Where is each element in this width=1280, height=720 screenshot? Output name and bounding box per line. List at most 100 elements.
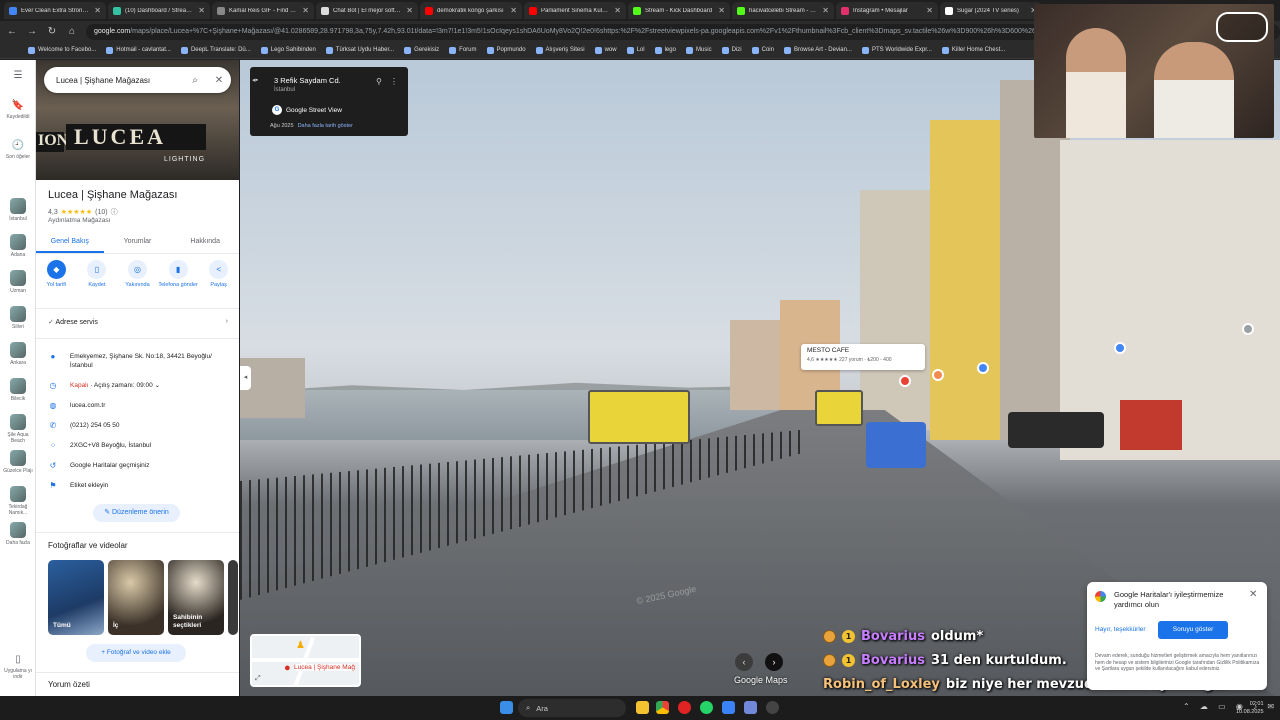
save-button[interactable]: ▯ Kaydet	[77, 260, 118, 302]
browser-tab[interactable]: Parliament Sinema Kulübü ✕	[524, 2, 626, 19]
delivery-service-row[interactable]: ✓ Adrese servis ›	[48, 318, 228, 326]
rail-place[interactable]: Daha fazla	[0, 522, 36, 546]
browser-tab[interactable]: Sugar (2024 TV series)✕	[940, 2, 1042, 19]
photo-all[interactable]: Tümü	[48, 560, 104, 635]
collapse-panel-button[interactable]: ◂	[240, 366, 251, 390]
close-icon[interactable]: ✕	[198, 6, 205, 15]
rail-place[interactable]: Uzman	[0, 270, 36, 294]
home-icon[interactable]: ⌂	[66, 26, 78, 37]
bookmark-item[interactable]: Music	[685, 46, 712, 54]
reload-icon[interactable]: ↻	[46, 26, 58, 37]
close-icon[interactable]: ✕	[718, 6, 725, 15]
browser-tab[interactable]: Instagram • Mesajlar ✕	[836, 2, 938, 19]
share-button[interactable]: < Paylaş	[198, 260, 239, 302]
close-icon[interactable]: ✕	[510, 6, 517, 15]
rail-place[interactable]: Adana	[0, 234, 36, 258]
shop-marker-icon[interactable]	[1114, 342, 1126, 354]
plus-code-row[interactable]: ⁘ 2XGC+V8 Beyoğlu, İstanbul	[48, 441, 233, 450]
show-question-button[interactable]: Soruyu göster	[1158, 621, 1228, 639]
search-icon[interactable]: ⌕	[183, 75, 207, 86]
rail-recent[interactable]: 🕘 Son öğeler	[0, 140, 36, 160]
bookmark-item[interactable]: Lego Sahibinden	[260, 46, 316, 54]
bookmark-item[interactable]: Welcome to Facebo...	[28, 46, 96, 54]
search-input[interactable]: Lucea | Şişhane Mağazası ⌕ ✕	[44, 67, 231, 93]
cafe-marker-icon[interactable]	[932, 369, 944, 381]
app-icon[interactable]	[722, 701, 735, 714]
photo-owner[interactable]: Sahibinin seçtikleri	[168, 560, 224, 635]
poi-marker-icon[interactable]	[1242, 323, 1254, 335]
photo-more[interactable]	[228, 560, 238, 635]
tab-overview[interactable]: Genel Bakış	[36, 232, 104, 253]
forward-icon[interactable]: →	[26, 26, 38, 37]
bookmark-item[interactable]: wow	[594, 46, 617, 54]
bookmark-item[interactable]: Dizi	[721, 46, 742, 54]
website-row[interactable]: ◍ lucea.com.tr	[48, 401, 233, 410]
browser-tab[interactable]: demokratik kongo şarkısı ✕	[420, 2, 522, 19]
bookmark-item[interactable]: Alışveriş Sitesi	[535, 46, 585, 54]
chevron-right-icon[interactable]: ›	[765, 653, 783, 671]
expand-icon[interactable]: ⤢	[255, 675, 261, 683]
bookmark-item[interactable]: DeepL Translate: Dü...	[180, 46, 251, 54]
tab-about[interactable]: Hakkında	[171, 232, 239, 253]
browser-tab[interactable]: Chat Bot | El mejor software ✕	[316, 2, 418, 19]
rail-place[interactable]: Bilecik	[0, 378, 36, 402]
obs-icon[interactable]	[766, 701, 779, 714]
clock[interactable]: 02:01 10.08.2025	[1236, 700, 1264, 716]
photo-interior[interactable]: İç	[108, 560, 164, 635]
suggest-edit-button[interactable]: ✎ Düzenleme önerin	[93, 504, 180, 522]
file-explorer-icon[interactable]	[636, 701, 649, 714]
windows-start-icon[interactable]	[500, 701, 513, 714]
label-row[interactable]: ⚑ Etiket ekleyin	[48, 481, 233, 490]
rail-app-download[interactable]: ▯ Uygulama yı indir	[0, 654, 36, 680]
chrome-icon[interactable]	[656, 701, 669, 714]
system-tray[interactable]: ⌃ ☁ ▭ ◉ ♪ ✉	[1183, 702, 1278, 711]
add-photo-button[interactable]: + Fotoğraf ve video ekle	[86, 644, 186, 662]
send-to-phone-button[interactable]: ▮ Telefona gönder	[158, 260, 199, 302]
bookmark-item[interactable]: Browse Art - Devian...	[783, 46, 852, 54]
rail-place[interactable]: İstanbul	[0, 198, 36, 222]
minimap[interactable]: ♟ ● Lucea | Şişhane Mağ ⤢	[250, 634, 361, 687]
close-icon[interactable]: ✕	[207, 75, 231, 86]
bookmark-item[interactable]: Gerekisiz	[404, 46, 439, 54]
bookmark-item[interactable]: Killer Home Chest...	[941, 46, 1005, 54]
browser-tab[interactable]: hacivatcelebi Stream - Web ✕	[732, 2, 834, 19]
bookmark-item[interactable]: Forum	[449, 46, 477, 54]
review-count[interactable]: (10)	[95, 209, 107, 216]
close-icon[interactable]: ✕	[614, 6, 621, 15]
rail-place[interactable]: Güzelce Plajı	[0, 450, 36, 474]
place-category[interactable]: Aydınlatma Mağazası	[48, 217, 110, 224]
rail-place[interactable]: Silivri	[0, 306, 36, 330]
bookmark-item[interactable]: Popmundo	[486, 46, 526, 54]
opera-icon[interactable]	[678, 701, 691, 714]
close-icon[interactable]: ✕	[406, 6, 413, 15]
rail-saved[interactable]: 🔖 Kaydedildi	[0, 100, 36, 120]
more-options-icon[interactable]: ⋮	[390, 77, 398, 86]
phone-row[interactable]: ✆ (0212) 254 05 50	[48, 421, 233, 430]
address-row[interactable]: ● Emekyemez, Şişhane Sk. No:18, 34421 Bey…	[48, 352, 233, 370]
browser-tab[interactable]: Ever Clean Extra Strong Kedi ✕	[4, 2, 106, 19]
rail-place[interactable]: Tekirdağ Namık...	[0, 486, 36, 516]
no-thanks-button[interactable]: Hayır, teşekkürler	[1095, 626, 1146, 633]
bookmark-item[interactable]: PTS Worldwide Expr...	[861, 46, 932, 54]
menu-button[interactable]: ☰	[0, 70, 36, 84]
history-row[interactable]: ↺ Google Haritalar geçmişiniz	[48, 461, 233, 470]
close-icon[interactable]: ✕	[302, 6, 309, 15]
browser-tab[interactable]: (10) Dashboard / StreamLabs✕	[108, 2, 210, 19]
close-icon[interactable]: ✕	[926, 6, 933, 15]
bookmark-item[interactable]: Coin	[751, 46, 774, 54]
close-icon[interactable]: ✕	[822, 6, 829, 15]
taskbar-search[interactable]: ⌕ Ara	[518, 699, 626, 717]
more-dates-link[interactable]: Daha fazla tarih göster	[298, 123, 353, 129]
browser-tab[interactable]: Kamal Reis GIF - Find & Share ✕	[212, 2, 314, 19]
bookmark-item[interactable]: lego	[654, 46, 676, 54]
nearby-button[interactable]: ◎ Yakınında	[117, 260, 158, 302]
bookmark-item[interactable]: Lol	[626, 46, 645, 54]
tab-reviews[interactable]: Yorumlar	[104, 232, 172, 253]
rail-place[interactable]: Ankara	[0, 342, 36, 366]
location-pin-icon[interactable]: ⚲	[376, 77, 382, 86]
directions-button[interactable]: ◆ Yol tarifi	[36, 260, 77, 302]
browser-tab[interactable]: Stream - Kick Dashboard ✕	[628, 2, 730, 19]
mesto-cafe-label[interactable]: MESTO CAFE 4,6 ★★★★★ 227 yorum · ₺200 - …	[801, 344, 925, 370]
back-icon[interactable]: ←	[6, 26, 18, 37]
back-arrow-icon[interactable]: ◂▪	[252, 76, 258, 84]
